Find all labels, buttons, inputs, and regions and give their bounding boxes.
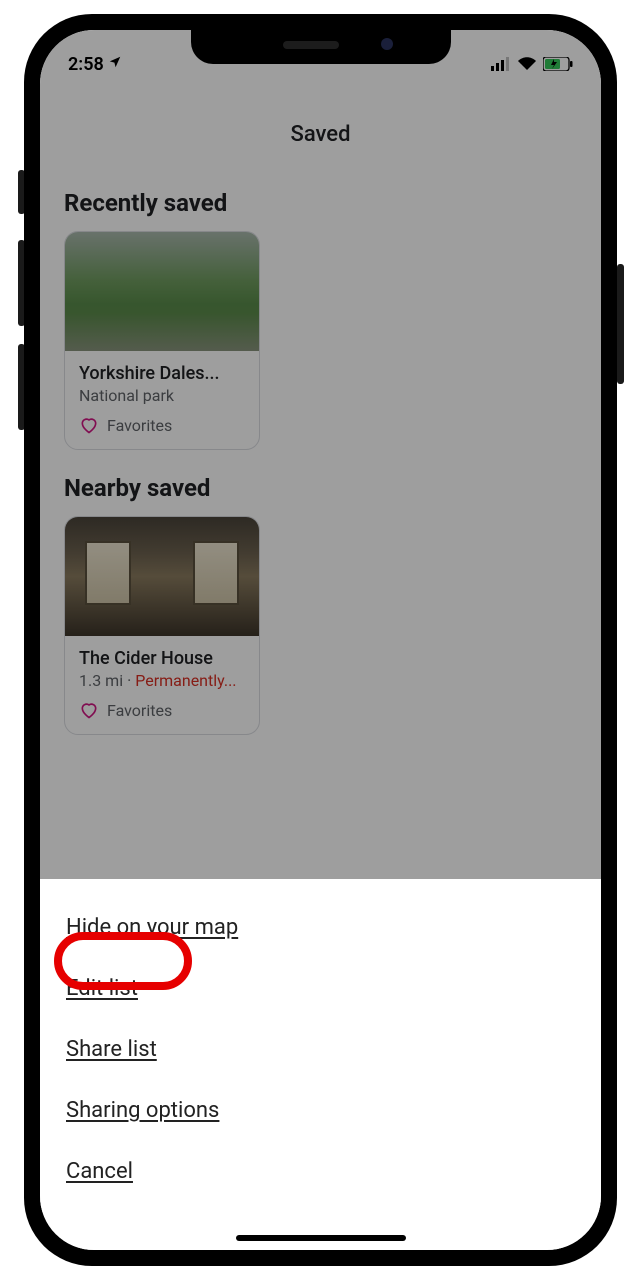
action-sheet: Hide on your map Edit list Share list Sh… <box>40 879 601 1250</box>
sharing-options-button[interactable]: Sharing options <box>66 1080 219 1141</box>
recent-card-favorite: Favorites <box>79 415 245 435</box>
hide-on-map-button[interactable]: Hide on your map <box>66 897 238 958</box>
nearby-saved-section: Nearby saved The Cider House 1.3 mi · Pe… <box>40 450 601 735</box>
separator-dot: · <box>127 671 131 690</box>
heart-icon <box>79 700 99 720</box>
nearby-card[interactable]: The Cider House 1.3 mi · Permanently... … <box>64 516 260 735</box>
status-time: 2:58 <box>68 54 104 75</box>
home-indicator[interactable] <box>236 1235 406 1241</box>
nearby-card-favorite: Favorites <box>79 700 245 720</box>
nearby-card-image <box>65 517 259 636</box>
location-icon <box>108 55 122 73</box>
nearby-card-distance: 1.3 mi <box>79 671 123 690</box>
page-title: Saved <box>40 84 601 165</box>
recently-saved-section: Recently saved Yorkshire Dales... Nation… <box>40 165 601 450</box>
recent-card-title: Yorkshire Dales... <box>79 363 245 384</box>
recently-saved-heading: Recently saved <box>64 189 577 217</box>
wifi-icon <box>517 57 537 71</box>
nearby-card-favorite-label: Favorites <box>107 701 172 720</box>
recent-card-subtitle: National park <box>79 386 245 405</box>
share-list-button[interactable]: Share list <box>66 1019 157 1080</box>
battery-charging-icon <box>543 57 573 71</box>
nearby-card-status: Permanently... <box>135 671 236 690</box>
recent-card-image <box>65 232 259 351</box>
nearby-card-title: The Cider House <box>79 648 245 669</box>
nearby-saved-heading: Nearby saved <box>64 474 577 502</box>
cancel-button[interactable]: Cancel <box>66 1141 133 1202</box>
cellular-signal-icon <box>491 57 511 71</box>
recent-card-favorite-label: Favorites <box>107 416 172 435</box>
recent-card[interactable]: Yorkshire Dales... National park Favorit… <box>64 231 260 450</box>
side-button-power <box>617 264 624 384</box>
notch <box>191 30 451 64</box>
heart-icon <box>79 415 99 435</box>
phone-frame: 2:58 Saved <box>24 14 617 1266</box>
phone-screen: 2:58 Saved <box>40 30 601 1250</box>
nearby-card-subtitle: 1.3 mi · Permanently... <box>79 671 245 690</box>
edit-list-button[interactable]: Edit list <box>66 958 138 1019</box>
